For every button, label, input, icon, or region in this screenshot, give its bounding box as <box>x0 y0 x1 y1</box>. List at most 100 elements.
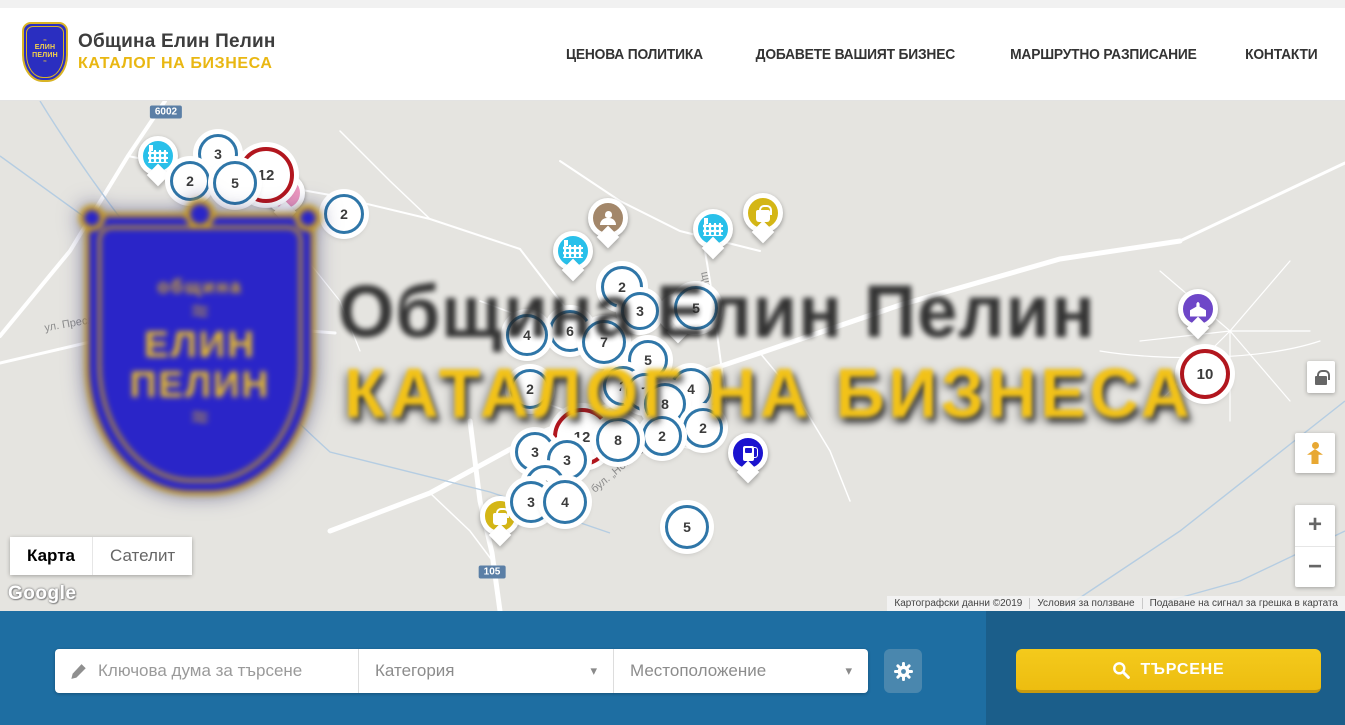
chevron-down-icon: ▾ <box>845 663 852 679</box>
cluster-count: 2 <box>340 206 348 222</box>
cluster-marker[interactable]: 2 <box>324 194 364 234</box>
cluster-marker[interactable]: 5 <box>665 505 709 549</box>
cluster-count: 4 <box>687 381 695 397</box>
nav-item-pricing[interactable]: ЦЕНОВА ПОЛИТИКА <box>566 46 703 63</box>
cluster-count: 5 <box>692 300 700 316</box>
main-nav: ЦЕНОВА ПОЛИТИКА ДОБАВЕТЕ ВАШИЯТ БИЗНЕС М… <box>560 8 1321 101</box>
cluster-marker[interactable]: 3 <box>621 292 659 330</box>
cluster-count: 2 <box>526 381 534 397</box>
municipality-crest-logo: ≈ ЕЛИН ПЕЛИН ≈ <box>22 22 68 82</box>
cluster-count: 5 <box>683 519 691 535</box>
crest-ornament: ≈ <box>43 60 46 65</box>
map-view-button[interactable]: Карта <box>10 537 92 575</box>
cluster-marker[interactable]: 8 <box>596 418 640 462</box>
search-button-label: ТЪРСЕНЕ <box>1140 661 1224 679</box>
cluster-count: 3 <box>527 494 535 510</box>
advanced-settings-button[interactable] <box>884 649 922 693</box>
cluster-count: 2 <box>658 428 666 444</box>
cluster-count: 4 <box>523 327 531 343</box>
cluster-marker[interactable]: 5 <box>674 286 718 330</box>
cluster-marker[interactable]: 2 <box>510 369 550 409</box>
street-view-pegman[interactable] <box>1295 433 1335 473</box>
worker-category-pin[interactable] <box>588 198 628 245</box>
crest-text-line1: ЕЛИН <box>35 44 55 52</box>
factory-category-pin[interactable] <box>693 209 733 256</box>
terms-of-use-link[interactable]: Условия за ползване <box>1029 598 1141 609</box>
road-number-badge: 105 <box>479 566 506 579</box>
cluster-marker[interactable]: 4 <box>543 480 587 524</box>
pencil-icon <box>69 662 88 681</box>
factory-icon <box>148 150 168 163</box>
factory-category-pin[interactable] <box>553 231 593 278</box>
nav-item-add-business[interactable]: ДОБАВЕТЕ ВАШИЯТ БИЗНЕС <box>756 46 955 63</box>
keyword-field[interactable] <box>55 649 358 693</box>
search-bar: Категория ▾ Местоположение ▾ <box>0 611 1345 725</box>
cluster-count: 2 <box>618 279 626 295</box>
map-canvas[interactable]: 6002105ул. Преславбул. „Новоселщи“ 31225… <box>0 101 1345 611</box>
gear-icon <box>893 661 914 682</box>
category-dropdown-label: Категория <box>375 661 454 681</box>
bag-icon <box>756 210 770 222</box>
cluster-marker[interactable]: 7 <box>582 320 626 364</box>
header: ≈ ЕЛИН ПЕЛИН ≈ Община Елин Пелин КАТАЛОГ… <box>0 8 1345 101</box>
factory-icon <box>703 223 723 236</box>
location-dropdown-label: Местоположение <box>630 661 766 681</box>
bag-icon <box>493 513 507 525</box>
cluster-marker[interactable]: 10 <box>1180 349 1230 399</box>
pegman-icon <box>1307 442 1323 464</box>
zoom-control: + − <box>1295 505 1335 587</box>
search-icon <box>1112 661 1130 679</box>
page: ≈ ЕЛИН ПЕЛИН ≈ Община Елин Пелин КАТАЛОГ… <box>0 0 1345 725</box>
top-strip <box>0 0 1345 8</box>
road-number-badge: 6002 <box>150 106 182 119</box>
cluster-count: 8 <box>614 432 622 448</box>
lock-control[interactable] <box>1307 361 1335 393</box>
cluster-count: 2 <box>699 420 707 436</box>
cluster-count: 4 <box>561 494 569 510</box>
brand[interactable]: ≈ ЕЛИН ПЕЛИН ≈ Община Елин Пелин КАТАЛОГ… <box>22 22 276 82</box>
cluster-count: 7 <box>600 334 608 350</box>
zoom-in-button[interactable]: + <box>1295 505 1335 547</box>
crest-ornament: ≈ <box>43 39 46 44</box>
keyword-search-input[interactable] <box>98 661 358 681</box>
fuel-category-pin[interactable] <box>728 433 768 480</box>
lock-icon <box>1315 376 1327 385</box>
cluster-count: 10 <box>1197 366 1214 383</box>
cluster-marker[interactable]: 4 <box>506 314 548 356</box>
cluster-count: 3 <box>214 146 222 162</box>
nav-item-route-schedule[interactable]: МАРШРУТНО РАЗПИСАНИЕ <box>1010 46 1197 63</box>
brand-text: Община Елин Пелин КАТАЛОГ НА БИЗНЕСА <box>78 31 276 73</box>
chevron-down-icon: ▾ <box>590 663 597 679</box>
cluster-count: 8 <box>661 396 669 412</box>
church-category-pin[interactable] <box>1178 289 1218 336</box>
cluster-count: 2 <box>186 173 194 189</box>
zoom-out-button[interactable]: − <box>1295 547 1335 588</box>
attribution-copyright: Картографски данни ©2019 <box>887 598 1029 609</box>
cluster-count: 3 <box>531 444 539 460</box>
nav-item-contacts[interactable]: КОНТАКТИ <box>1246 46 1318 63</box>
fuel-icon <box>743 446 754 461</box>
cluster-count: 5 <box>644 352 652 368</box>
search-fields: Категория ▾ Местоположение ▾ <box>55 649 868 693</box>
cluster-marker[interactable]: 5 <box>213 161 257 205</box>
site-subtitle: КАТАЛОГ НА БИЗНЕСА <box>78 55 276 73</box>
cluster-count: 12 <box>258 167 275 184</box>
report-map-error-link[interactable]: Подаване на сигнал за грешка в картата <box>1142 598 1345 609</box>
church-icon <box>1190 302 1206 317</box>
crest-text-line2: ПЕЛИН <box>32 52 58 60</box>
cluster-count: 3 <box>636 303 644 319</box>
cluster-marker[interactable]: 2 <box>683 408 723 448</box>
location-dropdown[interactable]: Местоположение ▾ <box>613 649 868 693</box>
search-button[interactable]: ТЪРСЕНЕ <box>1016 649 1321 693</box>
cluster-marker[interactable]: 2 <box>170 161 210 201</box>
worker-icon <box>600 211 616 225</box>
google-logo[interactable]: Google <box>8 583 76 605</box>
cluster-count: 6 <box>566 323 574 339</box>
cluster-marker[interactable]: 2 <box>642 416 682 456</box>
bag-category-pin[interactable] <box>743 193 783 240</box>
search-submit-panel: ТЪРСЕНЕ <box>986 611 1345 725</box>
category-dropdown[interactable]: Категория ▾ <box>358 649 613 693</box>
map-attribution: Картографски данни ©2019 Условия за полз… <box>887 596 1345 611</box>
satellite-view-button[interactable]: Сателит <box>92 537 192 575</box>
site-title: Община Елин Пелин <box>78 31 276 53</box>
